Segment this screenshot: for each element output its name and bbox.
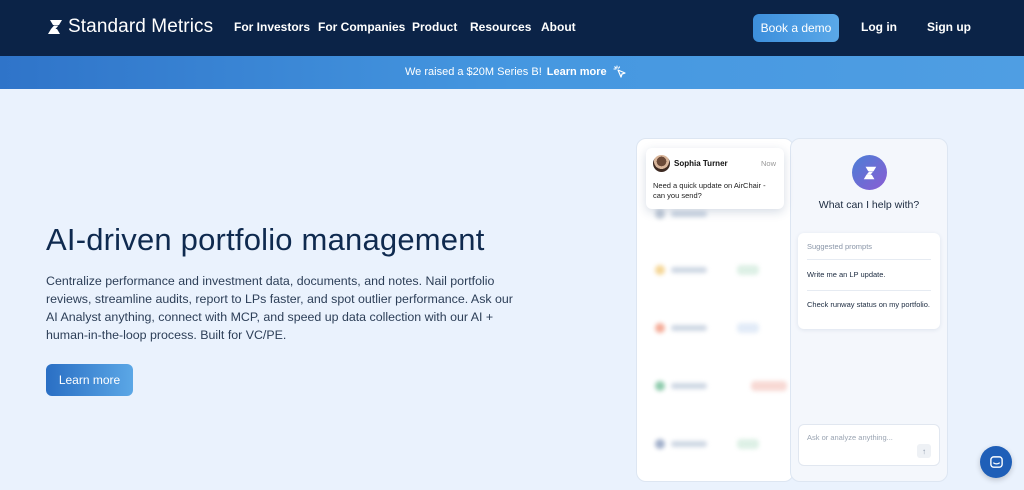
nav-link-for-companies[interactable]: For Companies bbox=[318, 20, 405, 34]
announcement-banner: We raised a $20M Series B! Learn more bbox=[0, 56, 1024, 89]
chat-sender-name: Sophia Turner bbox=[674, 159, 728, 168]
suggested-prompts-label: Suggested prompts bbox=[807, 242, 872, 251]
blurred-row bbox=[651, 379, 781, 393]
blurred-row bbox=[651, 321, 781, 335]
standard-metrics-logo-icon bbox=[46, 18, 64, 36]
prompt-item[interactable]: Write me an LP update. bbox=[807, 270, 933, 280]
prompt-item[interactable]: Check runway status on my portfolio. bbox=[807, 300, 933, 310]
hero-title: AI-driven portfolio management bbox=[46, 222, 485, 258]
banner-learn-more-link[interactable]: Learn more bbox=[547, 66, 607, 78]
chat-notification[interactable]: Sophia Turner Now Need a quick update on… bbox=[646, 148, 784, 209]
blurred-row bbox=[651, 263, 781, 277]
signup-link[interactable]: Sign up bbox=[927, 20, 971, 34]
support-chat-button[interactable] bbox=[980, 446, 1012, 478]
brand-name: Standard Metrics bbox=[68, 16, 213, 38]
book-demo-button[interactable]: Book a demo bbox=[753, 14, 839, 42]
nav-link-resources[interactable]: Resources bbox=[470, 20, 531, 34]
ai-assistant-logo-icon bbox=[852, 155, 887, 190]
chat-timestamp: Now bbox=[761, 159, 776, 168]
brand-logo[interactable]: Standard Metrics bbox=[46, 16, 213, 38]
blurred-row bbox=[651, 437, 781, 451]
chat-bubble-icon bbox=[989, 455, 1004, 470]
ask-input[interactable] bbox=[807, 433, 917, 442]
login-link[interactable]: Log in bbox=[861, 20, 897, 34]
hero-description: Centralize performance and investment da… bbox=[46, 272, 526, 344]
divider bbox=[807, 290, 931, 291]
assistant-question: What can I help with? bbox=[790, 199, 948, 211]
chat-message: Need a quick update on AirChair - can yo… bbox=[653, 181, 777, 201]
blurred-row bbox=[651, 207, 781, 221]
learn-more-button[interactable]: Learn more bbox=[46, 364, 133, 396]
avatar bbox=[653, 155, 670, 172]
ask-box: ↑ bbox=[798, 424, 940, 466]
send-arrow-icon[interactable]: ↑ bbox=[917, 444, 931, 458]
divider bbox=[807, 259, 931, 260]
nav-link-about[interactable]: About bbox=[541, 20, 576, 34]
top-nav: Standard Metrics For Investors For Compa… bbox=[0, 0, 1024, 56]
cursor-click-icon bbox=[613, 65, 627, 79]
nav-link-for-investors[interactable]: For Investors bbox=[234, 20, 310, 34]
nav-link-product[interactable]: Product bbox=[412, 20, 457, 34]
suggested-prompts-card: Suggested prompts Write me an LP update.… bbox=[798, 233, 940, 329]
banner-text: We raised a $20M Series B! bbox=[405, 66, 542, 78]
